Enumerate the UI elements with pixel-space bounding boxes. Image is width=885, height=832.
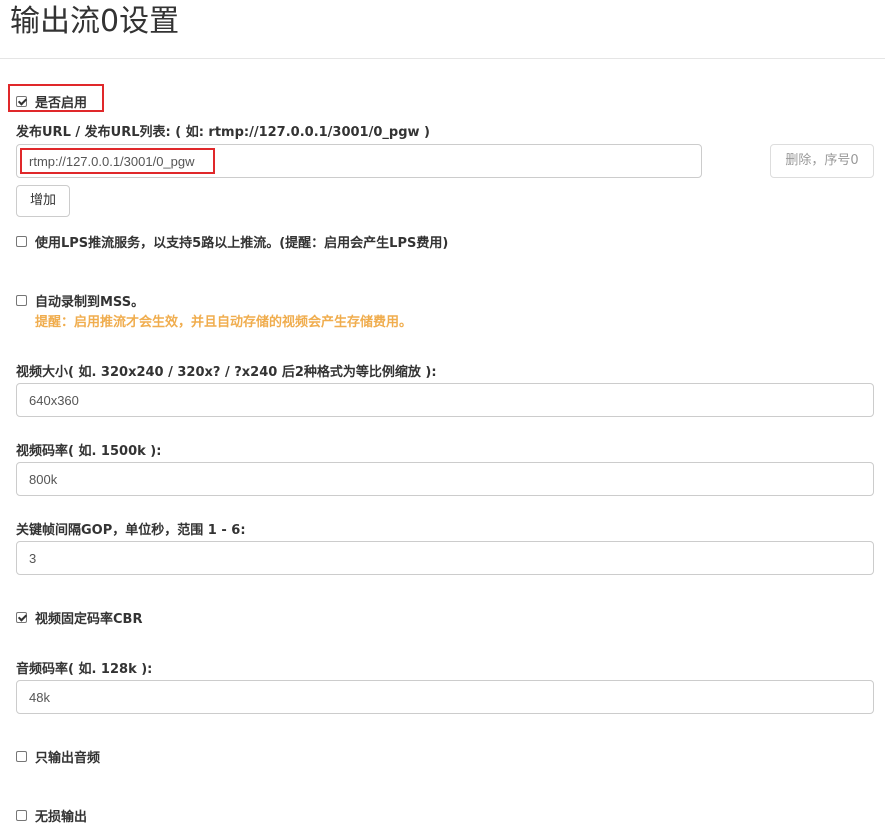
lossless-checkbox[interactable] [16, 810, 27, 821]
lps-checkbox[interactable] [16, 236, 27, 247]
lossless-row: 无损输出 [16, 806, 87, 825]
lps-row: 使用LPS推流服务，以支持5路以上推流。(提醒：启用会产生LPS费用) [16, 232, 448, 251]
mss-label: 自动录制到MSS。 [35, 295, 145, 310]
enable-label: 是否启用 [35, 96, 88, 111]
audio-bitrate-label: 音频码率( 如. 128k ): [16, 662, 153, 677]
video-size-input[interactable] [16, 383, 874, 417]
video-bitrate-label: 视频码率( 如. 1500k ): [16, 444, 162, 459]
enable-checkbox[interactable] [16, 96, 27, 107]
lossless-label: 无损输出 [35, 810, 88, 825]
publish-url-label: 发布URL / 发布URL列表: ( 如: rtmp://127.0.0.1/3… [16, 125, 430, 140]
cbr-label: 视频固定码率CBR [35, 612, 143, 627]
add-url-button[interactable]: 增加 [16, 185, 70, 217]
video-size-label: 视频大小( 如. 320x240 / 320x? / ?x240 后2种格式为等… [16, 365, 437, 380]
cbr-checkbox[interactable] [16, 612, 27, 623]
audio-only-row: 只输出音频 [16, 747, 100, 766]
title-divider [0, 58, 885, 59]
gop-input[interactable] [16, 541, 874, 575]
mss-warning: 提醒：启用推流才会生效，并且自动存储的视频会产生存储费用。 [35, 315, 413, 330]
video-bitrate-input[interactable] [16, 462, 874, 496]
page-title: 输出流0设置 [10, 4, 180, 39]
mss-checkbox[interactable] [16, 295, 27, 306]
enable-row: 是否启用 [16, 92, 87, 111]
audio-bitrate-input[interactable] [16, 680, 874, 714]
lps-label: 使用LPS推流服务，以支持5路以上推流。(提醒：启用会产生LPS费用) [35, 236, 449, 251]
audio-only-label: 只输出音频 [35, 751, 101, 766]
delete-url-button[interactable]: 删除，序号0 [770, 144, 874, 178]
publish-url-highlight-box [20, 148, 215, 174]
mss-row: 自动录制到MSS。 [16, 291, 144, 310]
cbr-row: 视频固定码率CBR [16, 608, 142, 627]
gop-label: 关键帧间隔GOP，单位秒，范围 1 - 6: [16, 523, 246, 538]
audio-only-checkbox[interactable] [16, 751, 27, 762]
